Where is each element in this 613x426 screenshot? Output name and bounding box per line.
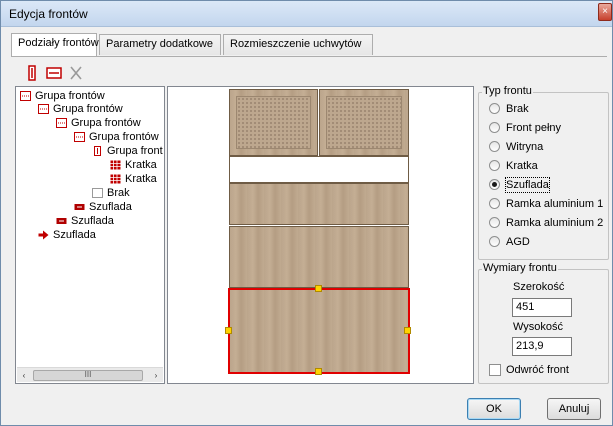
drawer-panel-2[interactable] [229, 226, 409, 288]
split-horizontal-icon[interactable] [45, 65, 63, 81]
width-field[interactable]: 451 [512, 298, 572, 317]
tree-item-label: Brak [107, 187, 130, 199]
resize-handle-top[interactable] [315, 285, 322, 292]
tab-pane-border [11, 56, 607, 57]
dialog-window: Edycja frontów × Podziały frontów Parame… [0, 0, 613, 426]
tab-parametry-dodatkowe[interactable]: Parametry dodatkowe [99, 34, 221, 55]
resize-handle-left[interactable] [225, 327, 232, 334]
group-h-icon [20, 91, 31, 101]
resize-handle-right[interactable] [404, 327, 411, 334]
tree-item-label: Grupa frontów [35, 90, 105, 102]
arrow-icon [38, 230, 49, 240]
tree-item-label: Szuflada [71, 215, 114, 227]
width-label: Szerokość [513, 281, 565, 293]
grid-pattern [236, 96, 311, 149]
scroll-right-icon[interactable]: › [151, 370, 161, 381]
flip-front-checkbox[interactable] [489, 364, 501, 376]
front-type-title: Typ frontu [482, 85, 533, 97]
tree-item-label: Grupa frontów [89, 131, 159, 143]
grid-icon [110, 160, 121, 170]
radio-button[interactable] [489, 103, 500, 114]
radio-button[interactable] [489, 141, 500, 152]
tab-label: Parametry dodatkowe [106, 38, 213, 50]
front-type-option-label: Kratka [506, 160, 538, 172]
title-bar: Edycja frontów × [1, 1, 612, 27]
tree-horizontal-scrollbar[interactable]: ‹ III › [17, 367, 163, 382]
front-type-option-label: Ramka aluminium 2 [506, 217, 604, 229]
front-type-group [478, 92, 609, 260]
scroll-grip: III [84, 370, 92, 379]
grid-panel-right[interactable] [319, 89, 409, 156]
flip-front-label: Odwróć front [506, 364, 569, 376]
empty-front-slot[interactable] [229, 156, 409, 183]
tab-podzialy-frontow[interactable]: Podziały frontów [11, 33, 99, 56]
ok-button[interactable]: OK [467, 398, 521, 420]
split-vertical-icon[interactable] [23, 65, 41, 81]
window-title: Edycja frontów [9, 7, 88, 21]
radio-button[interactable] [489, 160, 500, 171]
tab-label: Rozmieszczenie uchwytów [230, 38, 362, 50]
radio-button[interactable] [489, 179, 500, 190]
tree-item-label: Grupa frontów [53, 103, 123, 115]
group-v-icon [94, 146, 101, 156]
radio-button[interactable] [489, 236, 500, 247]
scroll-left-icon[interactable]: ‹ [19, 370, 29, 381]
tree-item-label: Szuflada [89, 201, 132, 213]
group-h-icon [74, 132, 85, 142]
delete-icon[interactable] [67, 65, 85, 81]
front-type-option-label: Ramka aluminium 1 [506, 198, 604, 210]
cancel-button[interactable]: Anuluj [547, 398, 601, 420]
front-type-option-label: Szuflada [505, 177, 550, 193]
tree-item-label: Grupa frontów [71, 117, 141, 129]
resize-handle-bottom[interactable] [315, 368, 322, 375]
group-h-icon [56, 118, 67, 128]
front-type-option-label: Brak [506, 103, 529, 115]
empty-icon [92, 188, 103, 198]
tree-item-label: Kratka [125, 159, 157, 171]
radio-button[interactable] [489, 198, 500, 209]
height-field[interactable]: 213,9 [512, 337, 572, 356]
tab-rozmieszczenie-uchwytow[interactable]: Rozmieszczenie uchwytów [223, 34, 373, 55]
front-tree[interactable]: Grupa frontów Grupa frontów Grupa frontó… [15, 86, 165, 384]
selection-frame [228, 288, 410, 374]
drawer-icon [56, 218, 67, 224]
tab-label: Podziały frontów [18, 37, 99, 49]
front-type-option-label: Front pełny [506, 122, 562, 134]
radio-button[interactable] [489, 122, 500, 133]
grid-pattern [326, 96, 402, 149]
tree-item-label: Szuflada [53, 229, 96, 241]
scroll-thumb[interactable]: III [33, 370, 143, 381]
front-preview-canvas[interactable] [167, 86, 474, 384]
radio-button[interactable] [489, 217, 500, 228]
group-h-icon [38, 104, 49, 114]
close-button[interactable]: × [598, 3, 612, 21]
height-label: Wysokość [513, 321, 564, 333]
drawer-panel-1[interactable] [229, 183, 409, 225]
dimensions-title: Wymiary frontu [482, 262, 558, 274]
grid-panel-left[interactable] [229, 89, 318, 156]
front-type-option-label: Witryna [506, 141, 544, 153]
tree-item-label: Grupa front [107, 145, 163, 157]
grid-icon [110, 174, 121, 184]
tree-item-label: Kratka [125, 173, 157, 185]
front-type-option-label: AGD [506, 236, 530, 248]
drawer-icon [74, 204, 85, 210]
